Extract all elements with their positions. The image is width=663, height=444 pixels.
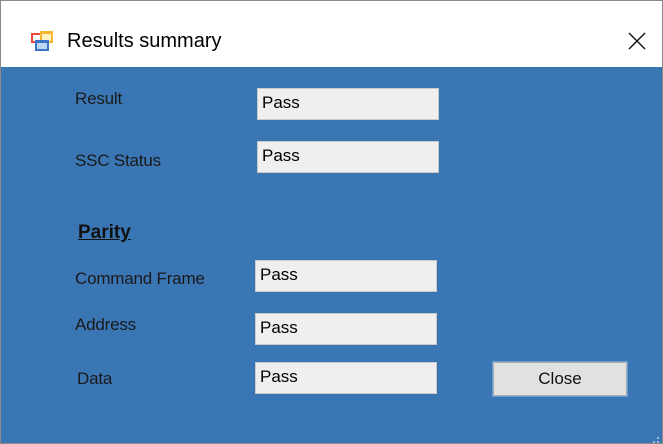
dialog-body: Result Pass SSC Status Pass Parity Comma… — [1, 67, 662, 443]
title-bar: Results summary — [1, 1, 662, 67]
app-window-icon — [31, 31, 53, 51]
result-label: Result — [75, 89, 122, 108]
address-field[interactable]: Pass — [255, 313, 437, 345]
results-summary-window: Results summary Result Pass SSC Status P… — [0, 0, 663, 444]
address-label: Address — [75, 315, 136, 334]
resize-grip-icon[interactable] — [648, 431, 660, 443]
ssc-status-label: SSC Status — [75, 151, 161, 170]
data-field[interactable]: Pass — [255, 362, 437, 394]
command-frame-label: Command Frame — [75, 269, 205, 288]
command-frame-field[interactable]: Pass — [255, 260, 437, 292]
parity-heading: Parity — [78, 222, 131, 243]
close-icon[interactable] — [612, 19, 662, 63]
ssc-status-field[interactable]: Pass — [257, 141, 439, 173]
result-field[interactable]: Pass — [257, 88, 439, 120]
window-title: Results summary — [67, 30, 222, 52]
close-button[interactable]: Close — [492, 361, 628, 397]
data-label: Data — [77, 369, 113, 388]
